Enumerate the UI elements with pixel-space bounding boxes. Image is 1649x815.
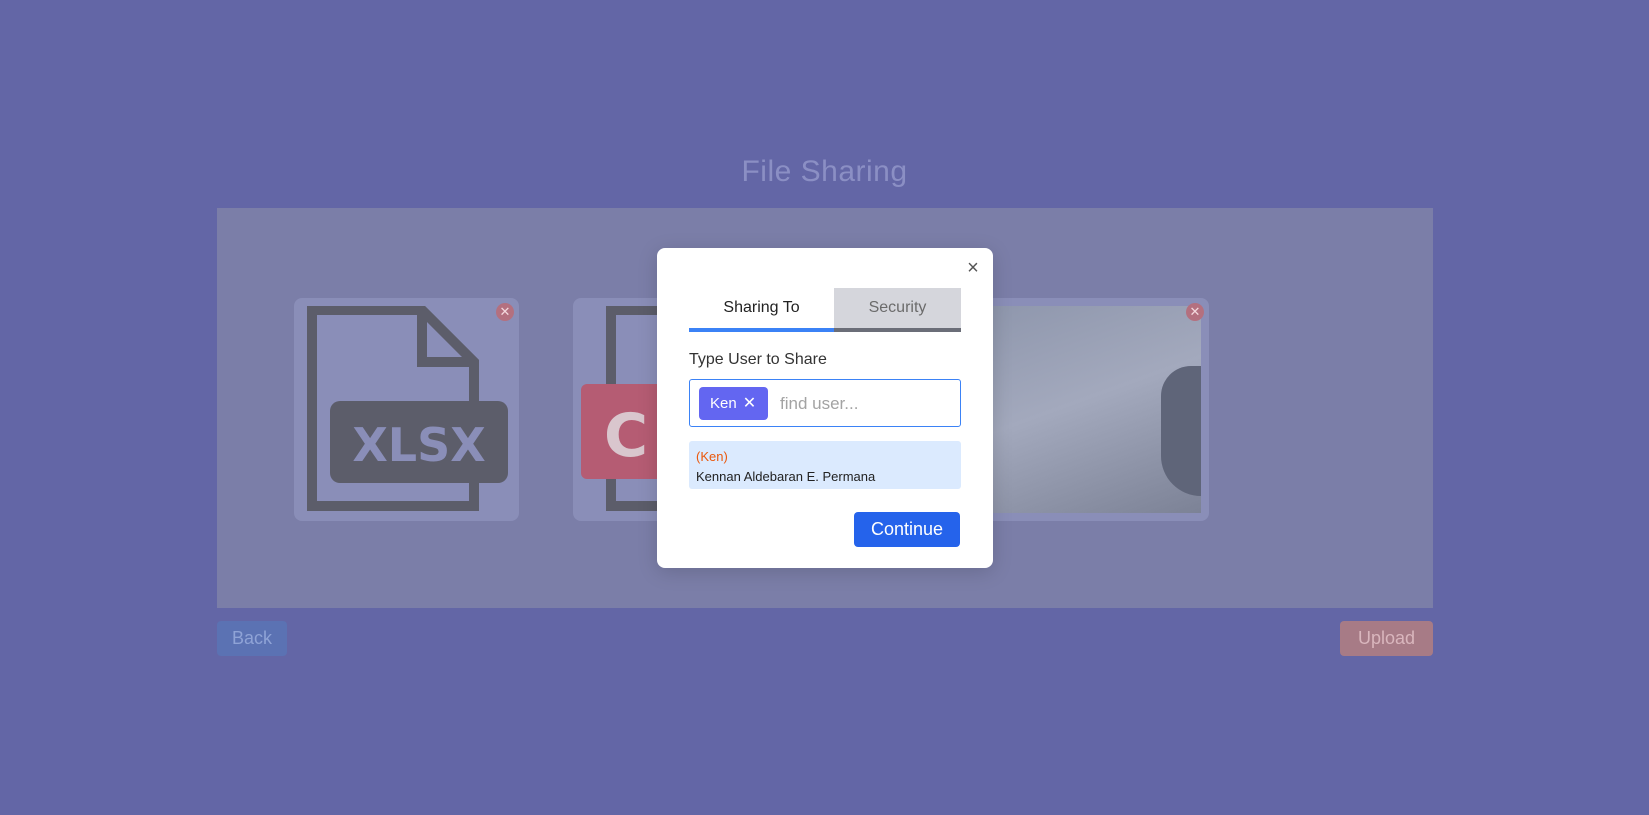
find-user-input[interactable]: [778, 388, 957, 420]
modal-tabs: Sharing To Security: [689, 288, 961, 332]
share-modal: × Sharing To Security Type User to Share…: [657, 248, 993, 568]
chip-label: Ken: [710, 395, 737, 412]
user-suggestion-item[interactable]: (Ken) Kennan Aldebaran E. Permana: [689, 441, 961, 489]
close-icon[interactable]: ×: [963, 258, 983, 278]
page-title: File Sharing: [741, 155, 908, 188]
user-tag-input[interactable]: Ken ✕: [689, 379, 961, 427]
chip-remove-icon[interactable]: ✕: [743, 387, 756, 420]
file-type-label: XLSX: [352, 418, 485, 472]
continue-button[interactable]: Continue: [854, 512, 960, 547]
remove-file-icon[interactable]: ✕: [1186, 303, 1204, 321]
share-user-label: Type User to Share: [689, 351, 827, 368]
selected-user-chip: Ken ✕: [699, 387, 769, 420]
file-card-photo[interactable]: ✕: [984, 298, 1209, 521]
file-type-label: C: [604, 401, 648, 471]
remove-file-icon[interactable]: ✕: [496, 303, 514, 321]
file-card-xlsx[interactable]: ✕ XLSX: [294, 298, 519, 521]
suggestion-fullname: Kennan Aldebaran E. Permana: [696, 469, 876, 484]
xlsx-file-icon: XLSX: [307, 306, 508, 511]
tab-security[interactable]: Security: [834, 288, 961, 332]
tab-sharing-to[interactable]: Sharing To: [689, 288, 834, 332]
photo-subject: [1161, 366, 1201, 496]
image-thumbnail: [992, 306, 1201, 513]
back-button[interactable]: Back: [217, 621, 287, 656]
upload-button[interactable]: Upload: [1340, 621, 1433, 656]
suggestion-nickname: (Ken): [696, 449, 728, 464]
